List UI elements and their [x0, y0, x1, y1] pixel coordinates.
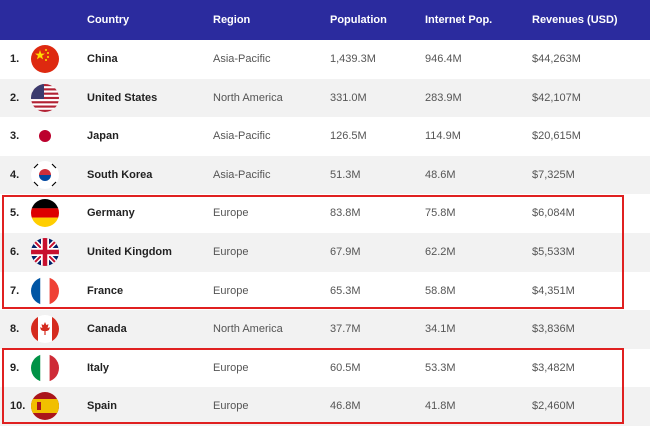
revenue-value: $20,615M	[532, 130, 581, 143]
table-row: 10. Spain Europe 46.8M 41.8M $2,460M	[0, 387, 650, 426]
region-value: Europe	[213, 207, 249, 220]
table-row: 3. Japan Asia-Pacific 126.5M 114.9M $20,615M	[0, 117, 650, 156]
table-row: 4. South Korea Asia-Pacific 51.3M 48.6M $7,32…	[0, 155, 650, 195]
country-name: South Korea	[87, 168, 153, 181]
revenue-value: $3,482M	[532, 361, 575, 374]
uk-flag-icon	[31, 238, 59, 266]
internet-pop-value: 114.9M	[425, 130, 461, 143]
germany-flag-icon	[31, 199, 59, 228]
table-row: 7. France Europe 65.3M 58.8M $4,351M	[0, 271, 650, 311]
region-value: Europe	[213, 361, 249, 374]
internet-pop-value: 283.9M	[425, 91, 462, 104]
internet-pop-value: 34.1M	[425, 323, 456, 336]
country-name: Germany	[87, 207, 135, 220]
france-flag-icon	[31, 276, 59, 305]
internet-pop-value: 62.2M	[425, 246, 456, 258]
population-value: 126.5M	[330, 130, 367, 143]
internet-pop-value: 48.6M	[425, 168, 456, 181]
internet-pop-value: 946.4M	[425, 53, 462, 65]
table-row: 1. China Asia-Pacific 1,439.3M 946.4M $44,263…	[0, 40, 650, 79]
region-value: Asia-Pacific	[213, 53, 271, 65]
header-country: Country	[87, 14, 130, 26]
population-value: 46.8M	[330, 400, 361, 413]
internet-pop-value: 75.8M	[425, 207, 456, 220]
header-revenues: Revenues (USD)	[532, 14, 618, 26]
revenue-value: $2,460M	[532, 400, 575, 413]
spain-flag-icon	[31, 392, 59, 421]
table-row: 8. Canada North America 37.7M 34.1M $3,836M	[0, 310, 650, 349]
table-row: 6. United Kingdom Europe 67.9M 62.2M $5,533M	[0, 233, 650, 272]
revenue-value: $6,084M	[532, 207, 575, 220]
internet-pop-value: 53.3M	[425, 361, 456, 374]
rank-label: 4.	[10, 168, 20, 181]
canada-flag-icon	[31, 315, 59, 344]
country-name: United States	[87, 91, 158, 104]
revenue-value: $7,325M	[532, 168, 575, 181]
country-name: France	[87, 284, 124, 297]
header-region: Region	[213, 14, 251, 26]
population-value: 67.9M	[330, 246, 361, 258]
usa-flag-icon	[31, 83, 59, 112]
population-value: 37.7M	[330, 323, 361, 336]
population-value: 331.0M	[330, 91, 367, 104]
internet-pop-value: 58.8M	[425, 284, 456, 297]
population-value: 1,439.3M	[330, 53, 376, 65]
region-value: Europe	[213, 246, 249, 258]
region-value: Europe	[213, 400, 249, 413]
revenue-value: $44,263M	[532, 53, 581, 65]
header-internet-pop: Internet Pop.	[425, 14, 493, 26]
country-name: Italy	[87, 361, 110, 374]
rank-label: 7.	[10, 284, 20, 297]
table-row: 5. Germany Europe 83.8M 75.8M $6,084M	[0, 194, 650, 233]
country-name: Canada	[87, 323, 127, 336]
italy-flag-icon	[31, 353, 59, 382]
rank-label: 8.	[10, 323, 20, 336]
rank-label: 6.	[10, 246, 20, 258]
internet-pop-value: 41.8M	[425, 400, 456, 413]
revenue-table: Country Region Population Internet Pop. …	[0, 0, 650, 426]
revenue-value: $5,533M	[532, 246, 575, 258]
table-row: 2. United States North America 331.0M 283.9M…	[0, 78, 650, 118]
rank-label: 5.	[10, 207, 20, 220]
rank-label: 10.	[10, 400, 26, 413]
region-value: Asia-Pacific	[213, 130, 271, 143]
rank-label: 2.	[10, 91, 20, 104]
population-value: 60.5M	[330, 361, 361, 374]
rank-label: 3.	[10, 130, 20, 143]
region-value: North America	[213, 323, 283, 336]
rank-label: 1.	[10, 53, 20, 65]
region-value: Asia-Pacific	[213, 168, 271, 181]
china-flag-icon	[31, 45, 59, 73]
country-name: Spain	[87, 400, 117, 413]
country-name: China	[87, 53, 118, 65]
header-population: Population	[330, 14, 387, 26]
region-value: Europe	[213, 284, 249, 297]
revenue-value: $3,836M	[532, 323, 575, 336]
table-header: Country Region Population Internet Pop. …	[0, 0, 650, 40]
country-name: United Kingdom	[87, 246, 172, 258]
country-name: Japan	[87, 130, 119, 143]
revenue-value: $42,107M	[532, 91, 581, 104]
region-value: North America	[213, 91, 283, 104]
south-korea-flag-icon	[31, 160, 59, 189]
revenue-value: $4,351M	[532, 284, 575, 297]
population-value: 65.3M	[330, 284, 361, 297]
japan-flag-icon	[31, 122, 59, 151]
rank-label: 9.	[10, 361, 20, 374]
population-value: 51.3M	[330, 168, 361, 181]
population-value: 83.8M	[330, 207, 361, 220]
table-row: 9. Italy Europe 60.5M 53.3M $3,482M	[0, 348, 650, 388]
